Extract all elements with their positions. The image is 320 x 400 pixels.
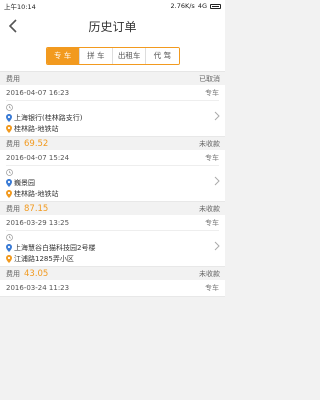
order-type: 专车 bbox=[205, 284, 219, 292]
fee-amount: 69.52 bbox=[24, 138, 49, 149]
dropoff-address: 江浦路1285弄小区 bbox=[14, 254, 74, 263]
pin-blue-icon bbox=[6, 178, 12, 187]
dropoff-location: 桂林路-地铁站 bbox=[6, 123, 219, 134]
order-type: 专车 bbox=[205, 219, 219, 227]
clock-icon bbox=[6, 233, 219, 242]
chevron-right-icon bbox=[214, 111, 220, 121]
pickup-address: 上海慧谷白猫科技园2号楼 bbox=[14, 243, 96, 252]
dropoff-location: 江浦路1285弄小区 bbox=[6, 253, 219, 264]
status-time: 上午10:14 bbox=[4, 3, 36, 11]
tab-taxi[interactable]: 出租车 bbox=[112, 47, 146, 64]
dropoff-location: 桂林路-地铁站 bbox=[6, 188, 219, 199]
order-status: 未收款 bbox=[199, 139, 220, 148]
divider bbox=[6, 165, 219, 166]
order-card[interactable]: 2016-03-29 13:25 专车 上海慧谷白猫科技园2号楼 江浦路1285… bbox=[0, 215, 225, 267]
divider bbox=[6, 100, 219, 101]
order-card[interactable]: 2016-04-07 15:24 专车 巍景园 桂林路-地铁站 bbox=[0, 150, 225, 202]
order-status: 未收款 bbox=[199, 204, 220, 213]
fee-label: 费用 bbox=[6, 74, 20, 83]
pin-orange-icon bbox=[6, 254, 12, 263]
pin-blue-icon bbox=[6, 243, 12, 252]
header: 历史订单 bbox=[0, 12, 225, 40]
dropoff-address: 桂林路-地铁站 bbox=[14, 189, 59, 198]
tab-premium-car[interactable]: 专 车 bbox=[46, 47, 79, 64]
tab-carpool[interactable]: 拼 车 bbox=[78, 47, 112, 64]
order-datetime: 2016-04-07 16:23 bbox=[6, 89, 70, 97]
fee-row: 费用 已取消 bbox=[0, 72, 225, 85]
pickup-location: 上海银行(桂林路支行) bbox=[6, 112, 219, 123]
pin-blue-icon bbox=[6, 113, 12, 122]
fee-row: 费用 69.52 未收款 bbox=[0, 137, 225, 150]
tab-bar-container: 专 车 拼 车 出租车 代 驾 bbox=[0, 40, 225, 72]
fee-label: 费用 bbox=[6, 204, 20, 213]
order-type: 专车 bbox=[205, 154, 219, 162]
tab-designated-driver[interactable]: 代 驾 bbox=[145, 47, 179, 64]
order-list: 费用 已取消 2016-04-07 16:23 专车 上海银行(桂林路支行) 桂… bbox=[0, 72, 225, 297]
chevron-left-icon bbox=[8, 19, 17, 33]
network-type: 4G bbox=[197, 2, 207, 10]
divider bbox=[6, 230, 219, 231]
chevron-right-icon bbox=[214, 176, 220, 186]
order-status: 未收款 bbox=[199, 269, 220, 278]
pickup-location: 巍景园 bbox=[6, 177, 219, 188]
order-datetime: 2016-04-07 15:24 bbox=[6, 154, 70, 162]
tab-bar: 专 车 拼 车 出租车 代 驾 bbox=[45, 46, 180, 65]
clock-icon bbox=[6, 103, 219, 112]
fee-label: 费用 bbox=[6, 269, 20, 278]
order-datetime: 2016-03-29 13:25 bbox=[6, 219, 70, 227]
fee-row: 费用 43.05 未收款 bbox=[0, 267, 225, 280]
fee-label: 费用 bbox=[6, 139, 20, 148]
dropoff-address: 桂林路-地铁站 bbox=[14, 124, 59, 133]
order-card[interactable]: 2016-03-24 11:23 专车 bbox=[0, 280, 225, 297]
pin-orange-icon bbox=[6, 124, 12, 133]
fee-amount: 87.15 bbox=[24, 203, 49, 214]
page-title: 历史订单 bbox=[88, 19, 137, 34]
pickup-address: 巍景园 bbox=[14, 178, 35, 187]
pickup-location: 上海慧谷白猫科技园2号楼 bbox=[6, 242, 219, 253]
pickup-address: 上海银行(桂林路支行) bbox=[14, 113, 83, 122]
network-speed: 2.76K/s bbox=[170, 2, 195, 10]
order-type: 专车 bbox=[205, 89, 219, 97]
chevron-right-icon bbox=[214, 241, 220, 251]
fee-row: 费用 87.15 未收款 bbox=[0, 202, 225, 215]
fee-amount: 43.05 bbox=[24, 268, 49, 279]
back-button[interactable] bbox=[0, 12, 26, 40]
battery-icon bbox=[210, 3, 221, 9]
order-status: 已取消 bbox=[199, 74, 220, 83]
order-card[interactable]: 2016-04-07 16:23 专车 上海银行(桂林路支行) 桂林路-地铁站 bbox=[0, 85, 225, 137]
status-bar: 上午10:14 2.76K/s 4G bbox=[0, 0, 225, 12]
clock-icon bbox=[6, 168, 219, 177]
pin-orange-icon bbox=[6, 189, 12, 198]
order-datetime: 2016-03-24 11:23 bbox=[6, 284, 70, 292]
